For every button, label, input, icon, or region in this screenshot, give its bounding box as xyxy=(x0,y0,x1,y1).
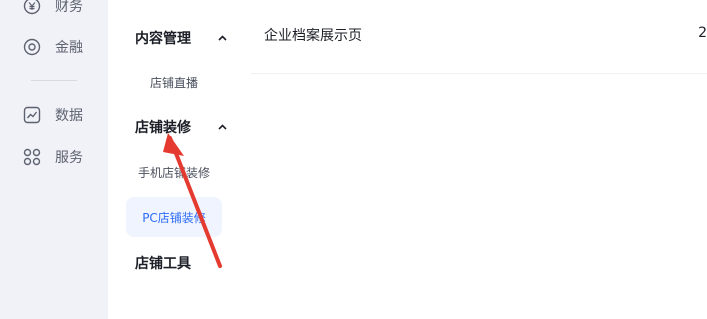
nav-group-label: 店铺装修 xyxy=(135,120,191,136)
nav-group-content-management[interactable]: 内容管理 xyxy=(135,27,227,49)
chart-line-icon xyxy=(23,106,41,124)
rail-item-finance-services[interactable]: 金融 xyxy=(23,35,83,59)
nav-group-store-decoration[interactable]: 店铺装修 xyxy=(135,116,227,138)
rail-item-label: 数据 xyxy=(55,108,83,124)
nav-item-label: 手机店铺装修 xyxy=(137,165,210,180)
nav-group-label: 内容管理 xyxy=(135,31,191,47)
main-content: 企业档案展示页 2 xyxy=(236,0,707,319)
nav-group-label: 店铺工具 xyxy=(135,256,191,272)
chevron-up-icon xyxy=(218,124,227,130)
row-title: 企业档案展示页 xyxy=(264,28,362,44)
grid-circles-icon xyxy=(23,148,41,166)
nav-item-label: PC店铺装修 xyxy=(142,210,206,225)
nav-group-store-tools[interactable]: 店铺工具 xyxy=(135,252,191,274)
rail-item-data[interactable]: 数据 xyxy=(23,103,83,127)
yuan-circle-icon xyxy=(23,0,41,15)
row-count: 2 xyxy=(698,25,707,41)
rail-item-label: 服务 xyxy=(55,150,83,166)
rail-item-label: 金融 xyxy=(55,40,83,56)
nav-item-label: 店铺直播 xyxy=(149,75,198,90)
target-circle-icon xyxy=(23,38,41,56)
chevron-up-icon xyxy=(218,35,227,41)
nav-item-mobile-store-decoration[interactable]: 手机店铺装修 xyxy=(126,152,222,192)
left-rail: 财务 金融 数据 服务 xyxy=(0,0,108,319)
nav-item-store-live[interactable]: 店铺直播 xyxy=(126,62,222,102)
nav-item-pc-store-decoration[interactable]: PC店铺装修 xyxy=(126,197,222,237)
rail-item-finance[interactable]: 财务 xyxy=(23,0,83,18)
rail-item-label: 财务 xyxy=(55,0,83,15)
sub-nav: 内容管理 店铺直播 店铺装修 手机店铺装修 PC店铺装修 店铺工具 xyxy=(108,0,236,319)
list-item[interactable]: 企业档案展示页 2 xyxy=(251,0,707,74)
rail-divider xyxy=(31,80,77,81)
rail-item-service[interactable]: 服务 xyxy=(23,145,83,169)
